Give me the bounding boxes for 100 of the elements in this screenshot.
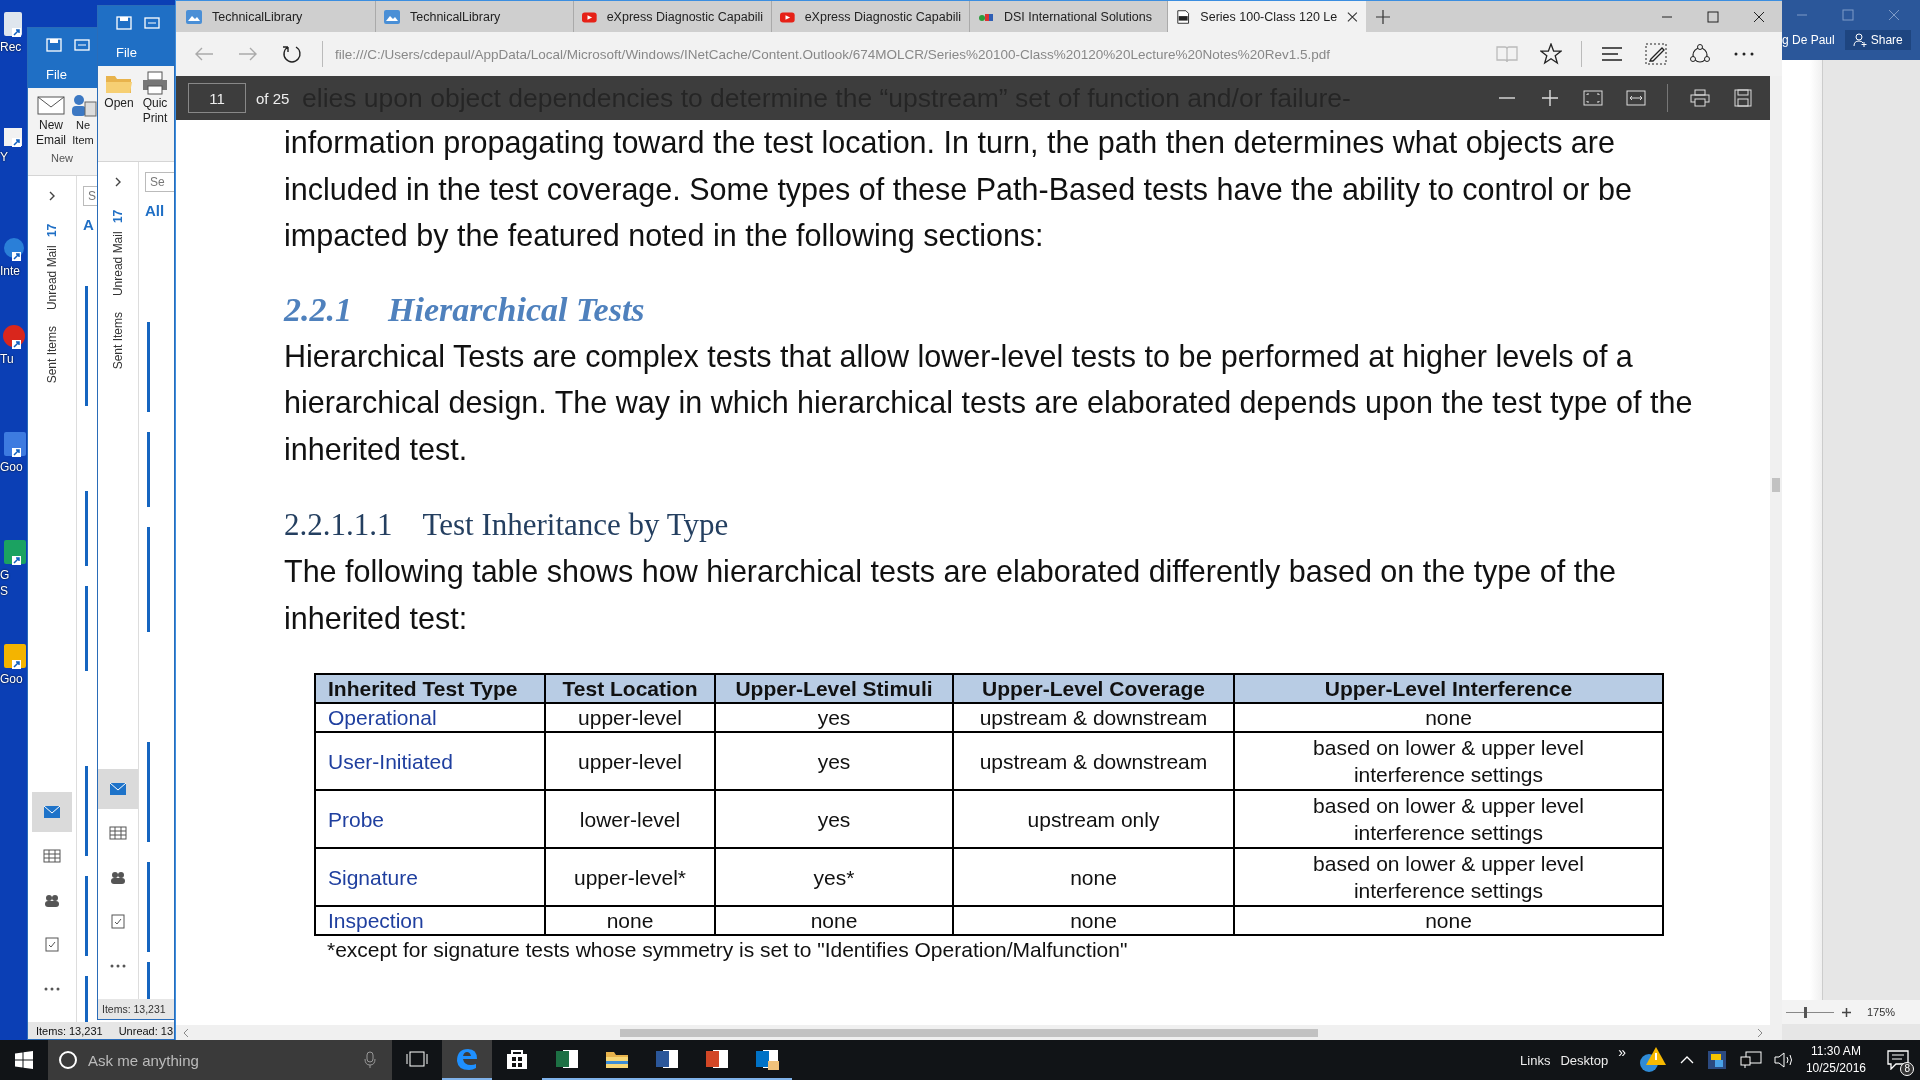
save-icon[interactable] bbox=[1733, 89, 1752, 107]
hub-icon[interactable] bbox=[1601, 46, 1623, 62]
folder-item[interactable]: Sent Items bbox=[111, 312, 125, 370]
scroll-left-icon[interactable] bbox=[182, 1027, 190, 1038]
desktop-icon-label: S bbox=[0, 584, 8, 598]
heading-title: Test Inheritance by Type bbox=[422, 506, 729, 544]
app-icon bbox=[454, 1047, 480, 1071]
window-icon[interactable] bbox=[144, 16, 160, 30]
fit-width-icon[interactable] bbox=[1625, 90, 1646, 106]
fit-page-icon[interactable] bbox=[1582, 90, 1603, 106]
page-number-field[interactable]: 11 bbox=[188, 83, 246, 113]
unread-count: 17 bbox=[111, 210, 125, 224]
desktop-icon-label: Tu bbox=[0, 352, 14, 366]
paragraph: Hierarchical Tests are complex tests that allow lower-level tests to be performed at higher levels of a hierarchical design. The way in which hierarchical tests are elaborated depends upon the test type of the inherited test. bbox=[284, 337, 1694, 468]
column-header: Upper-Level Stimuli bbox=[715, 674, 953, 703]
browser-tab[interactable]: Series 100-Class 120 Le bbox=[1168, 1, 1366, 32]
scroll-right-icon[interactable] bbox=[1756, 1027, 1764, 1038]
paragraph: information propagating toward the test location. In turn, the path then determines what objects are included in the test coverage. Some types of these Path-Based tests have the ability to control or be impacted by the featured noted in the following sections: bbox=[284, 124, 1633, 255]
refresh-icon[interactable] bbox=[282, 44, 302, 64]
user-name[interactable]: g De Paul bbox=[1782, 33, 1835, 47]
ribbon-button[interactable]: Quic Print bbox=[138, 70, 172, 126]
folder-item[interactable]: Sent Items bbox=[45, 326, 59, 384]
desktop-icon-label: Y bbox=[0, 150, 8, 164]
zoom-in-icon[interactable] bbox=[1842, 1007, 1851, 1017]
notifications-button[interactable]: 8 bbox=[1876, 1040, 1920, 1080]
scrollbar-thumb[interactable] bbox=[620, 1028, 1318, 1037]
more-icon[interactable] bbox=[1734, 52, 1754, 56]
table-cell: yes bbox=[715, 790, 953, 848]
list-header[interactable]: A bbox=[83, 216, 94, 233]
heading-number: 2.2.1.1.1 bbox=[284, 506, 393, 544]
close-icon[interactable] bbox=[1753, 10, 1765, 23]
table-cell: none bbox=[953, 848, 1234, 906]
horizontal-scrollbar[interactable] bbox=[176, 1025, 1770, 1040]
status-text: Items: 13,231 bbox=[36, 1024, 103, 1037]
network-icon[interactable] bbox=[1739, 1051, 1762, 1069]
list-header[interactable]: All bbox=[145, 202, 165, 219]
table-cell: upper-level* bbox=[545, 848, 715, 906]
ribbon-button[interactable]: New Email bbox=[33, 92, 69, 148]
toolbar-label[interactable]: Desktop bbox=[1560, 1052, 1609, 1068]
share-button[interactable]: Share bbox=[1844, 30, 1911, 50]
table-cell: upper-level bbox=[545, 703, 715, 732]
warning-icon[interactable] bbox=[1637, 1045, 1668, 1075]
browser-icon[interactable] bbox=[442, 1040, 492, 1080]
table-cell: upstream & downstream bbox=[953, 703, 1234, 732]
mail-icon[interactable] bbox=[98, 769, 138, 809]
chevron-up-icon[interactable] bbox=[1679, 1055, 1694, 1065]
chevron-icon[interactable] bbox=[113, 176, 123, 188]
person-add-icon bbox=[1852, 33, 1867, 47]
star-icon[interactable] bbox=[1540, 43, 1562, 65]
clock-date: 10/25/2016 bbox=[1805, 1060, 1866, 1077]
zoom-level[interactable]: 175% bbox=[1867, 1006, 1896, 1018]
table-cell: none bbox=[1234, 703, 1663, 732]
column-header: Inherited Test Type bbox=[315, 674, 545, 703]
overflow-chevron[interactable]: » bbox=[1618, 1044, 1626, 1060]
close-icon[interactable] bbox=[1347, 10, 1358, 23]
document-icon bbox=[1176, 8, 1191, 25]
footnote: *except for signature tests whose symmetry is set to "Identifies Operation/Malfunction" bbox=[327, 937, 1129, 963]
cloud-icon bbox=[384, 8, 400, 25]
printer-icon bbox=[140, 70, 170, 96]
folder-item[interactable]: Unread Mail 17 bbox=[45, 218, 59, 311]
table-cell: User-Initiated bbox=[315, 732, 545, 790]
toolbar-label[interactable]: Links bbox=[1520, 1052, 1551, 1068]
ribbon-button[interactable]: Ne Item bbox=[71, 92, 95, 148]
mail-icon[interactable] bbox=[32, 792, 72, 832]
status-text: Unread: 13 bbox=[118, 1024, 174, 1037]
table-cell: Signature bbox=[315, 848, 545, 906]
status-text: Items: 13,231 bbox=[102, 1003, 166, 1015]
table-cell: lower-level bbox=[545, 790, 715, 848]
scrollbar-thumb[interactable] bbox=[1772, 478, 1780, 492]
app-icon bbox=[554, 1047, 580, 1071]
table-cell: yes bbox=[715, 703, 953, 732]
app-icon bbox=[504, 1047, 530, 1071]
maximize-icon[interactable] bbox=[1707, 10, 1719, 23]
clock[interactable]: 11:30 AM 10/25/2016 bbox=[1805, 1043, 1866, 1077]
tray-app-icon[interactable] bbox=[1705, 1049, 1728, 1071]
folder-item[interactable]: Unread Mail 17 bbox=[111, 204, 125, 297]
cortana-icon bbox=[58, 1050, 78, 1070]
zoom-slider[interactable] bbox=[1786, 1006, 1834, 1018]
app-icon bbox=[754, 1047, 780, 1071]
chevron-icon[interactable] bbox=[47, 190, 57, 202]
start-icon[interactable] bbox=[15, 1051, 33, 1069]
ribbon-button[interactable]: Open bbox=[102, 70, 136, 126]
table-cell: none bbox=[1234, 906, 1663, 935]
new-tab-icon[interactable] bbox=[1376, 9, 1390, 24]
window-icon[interactable] bbox=[74, 38, 90, 52]
table-cell: upstream only bbox=[953, 790, 1234, 848]
search-field[interactable]: Ask me anything bbox=[48, 1040, 392, 1080]
volume-icon[interactable] bbox=[1773, 1051, 1794, 1069]
print-icon[interactable] bbox=[1689, 89, 1710, 107]
share-icon[interactable] bbox=[1689, 43, 1711, 65]
task-view-icon[interactable] bbox=[406, 1051, 428, 1067]
paragraph: The following table shows how hierarchical tests are elaborated differently based on the type of the inherited test: bbox=[284, 553, 1618, 637]
ribbon-group-label: New bbox=[51, 152, 73, 164]
table-cell: yes* bbox=[715, 848, 953, 906]
note-icon[interactable] bbox=[1645, 43, 1667, 65]
table-cell: Probe bbox=[315, 790, 545, 848]
microphone-icon[interactable] bbox=[364, 1051, 376, 1069]
slider-thumb[interactable] bbox=[1804, 1006, 1807, 1018]
heading-title: Hierarchical Tests bbox=[388, 289, 645, 330]
table-cell: upstream & downstream bbox=[953, 732, 1234, 790]
